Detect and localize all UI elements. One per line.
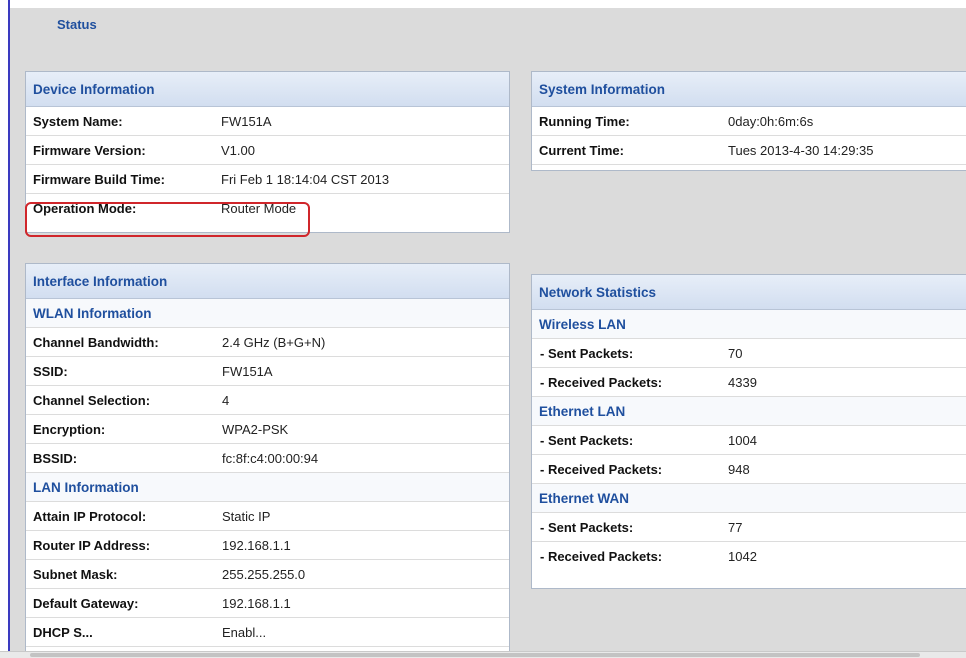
row-label: Default Gateway: <box>33 596 139 611</box>
row-label: Encryption: <box>33 422 106 437</box>
stat-row-sent-packets: - Sent Packets: 1004 <box>532 426 966 455</box>
device-information-heading: Device Information <box>26 72 509 107</box>
row-value: 77 <box>728 520 743 535</box>
row-label: Firmware Version: <box>33 143 146 158</box>
row-value: 255.255.255.0 <box>222 567 306 582</box>
info-row-channel-bandwidth: Channel Bandwidth: 2.4 GHz (B+G+N) <box>26 328 509 357</box>
row-value: 2.4 GHz (B+G+N) <box>222 335 326 350</box>
row-value: 4339 <box>728 375 757 390</box>
row-value: WPA2-PSK <box>222 422 289 437</box>
info-row-encryption: Encryption: WPA2-PSK <box>26 415 509 444</box>
row-label: Running Time: <box>539 114 630 129</box>
info-row-attain-ip-protocol: Attain IP Protocol: Static IP <box>26 502 509 531</box>
row-label: Attain IP Protocol: <box>33 509 147 524</box>
row-value: 1004 <box>728 433 757 448</box>
stat-row-received-packets: - Received Packets: 4339 <box>532 368 966 397</box>
stat-row-received-packets: - Received Packets: 1042 <box>532 542 966 571</box>
ethernet-wan-heading: Ethernet WAN <box>532 484 966 513</box>
row-value: 948 <box>728 462 750 477</box>
stat-row-sent-packets: - Sent Packets: 77 <box>532 513 966 542</box>
network-statistics-heading: Network Statistics <box>532 275 966 310</box>
row-label: BSSID: <box>33 451 78 466</box>
row-label: Subnet Mask: <box>33 567 118 582</box>
info-row-firmware-version: Firmware Version: V1.00 <box>26 136 509 165</box>
row-label: SSID: <box>33 364 68 379</box>
info-row-ssid: SSID: FW151A <box>26 357 509 386</box>
row-value: 70 <box>728 346 743 361</box>
row-value: Fri Feb 1 18:14:04 CST 2013 <box>221 172 390 187</box>
lan-information-heading: LAN Information <box>26 473 509 502</box>
page-title: Status <box>57 17 97 32</box>
row-label: Current Time: <box>539 143 624 158</box>
row-value: 4 <box>222 393 230 408</box>
row-label: - Received Packets: <box>540 375 663 390</box>
row-value: Enabl... <box>222 625 267 640</box>
stat-row-sent-packets: - Sent Packets: 70 <box>532 339 966 368</box>
row-label: Firmware Build Time: <box>33 172 165 187</box>
row-value: fc:8f:c4:00:00:94 <box>222 451 319 466</box>
status-page: Status Device Information System Name: F… <box>10 8 966 651</box>
interface-information-heading: Interface Information <box>26 264 509 299</box>
row-label: - Sent Packets: <box>540 346 634 361</box>
info-row-dhcp-server: DHCP S... Enabl... <box>26 618 509 647</box>
row-value: FW151A <box>221 114 272 129</box>
row-label: Router IP Address: <box>33 538 151 553</box>
wireless-lan-heading: Wireless LAN <box>532 310 966 339</box>
info-row-system-name: System Name: FW151A <box>26 107 509 136</box>
info-row-current-time: Current Time: Tues 2013-4-30 14:29:35 <box>532 136 966 165</box>
ethernet-lan-heading: Ethernet LAN <box>532 397 966 426</box>
row-label: Channel Bandwidth: <box>33 335 159 350</box>
info-row-running-time: Running Time: 0day:0h:6m:6s <box>532 107 966 136</box>
info-row-firmware-build-time: Firmware Build Time: Fri Feb 1 18:14:04 … <box>26 165 509 194</box>
operation-mode-highlight-box <box>25 202 310 237</box>
row-label: DHCP S... <box>33 625 93 640</box>
row-value: 192.168.1.1 <box>222 538 291 553</box>
row-value: V1.00 <box>221 143 255 158</box>
row-value: Tues 2013-4-30 14:29:35 <box>728 143 874 158</box>
info-row-router-ip-address: Router IP Address: 192.168.1.1 <box>26 531 509 560</box>
row-label: - Sent Packets: <box>540 433 634 448</box>
row-value: Static IP <box>222 509 271 524</box>
row-label: System Name: <box>33 114 123 129</box>
info-row-channel-selection: Channel Selection: 4 <box>26 386 509 415</box>
row-label: - Received Packets: <box>540 549 663 564</box>
network-statistics-panel: Network Statistics Wireless LAN - Sent P… <box>531 274 966 589</box>
row-label: - Sent Packets: <box>540 520 634 535</box>
info-row-bssid: BSSID: fc:8f:c4:00:00:94 <box>26 444 509 473</box>
info-row-default-gateway: Default Gateway: 192.168.1.1 <box>26 589 509 618</box>
row-label: Channel Selection: <box>33 393 151 408</box>
info-row-subnet-mask: Subnet Mask: 255.255.255.0 <box>26 560 509 589</box>
row-value: 192.168.1.1 <box>222 596 291 611</box>
wlan-information-heading: WLAN Information <box>26 299 509 328</box>
scrollbar-thumb[interactable] <box>30 653 920 657</box>
row-value: FW151A <box>222 364 273 379</box>
row-value: 1042 <box>728 549 757 564</box>
row-label: - Received Packets: <box>540 462 663 477</box>
interface-information-panel: Interface Information WLAN Information C… <box>25 263 510 651</box>
system-information-heading: System Information <box>532 72 966 107</box>
stat-row-received-packets: - Received Packets: 948 <box>532 455 966 484</box>
row-value: 0day:0h:6m:6s <box>728 114 814 129</box>
system-information-panel: System Information Running Time: 0day:0h… <box>531 71 966 171</box>
